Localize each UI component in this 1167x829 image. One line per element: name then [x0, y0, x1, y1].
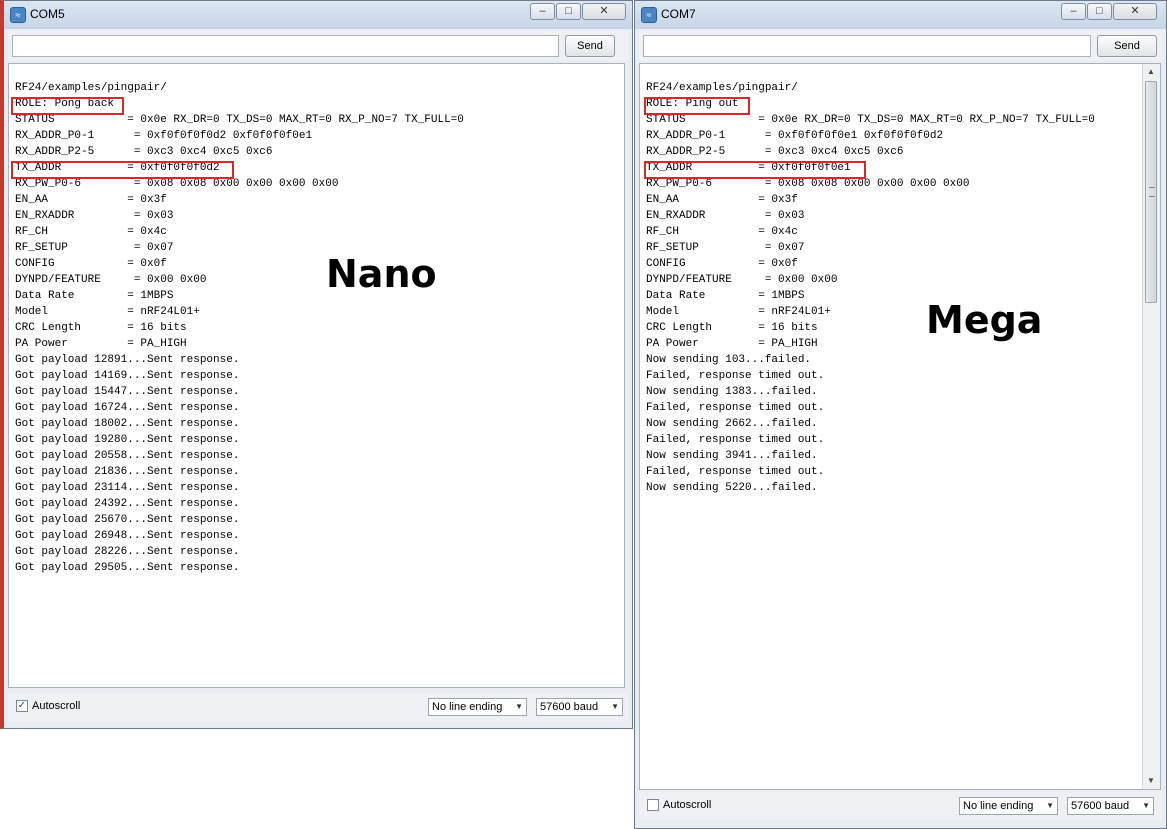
- line-ending-select[interactable]: No line ending ▼: [428, 698, 527, 716]
- serial-output[interactable]: RF24/examples/pingpair/ROLE: Ping out STA…: [639, 63, 1161, 790]
- grip-icon: [1149, 187, 1155, 197]
- output-line: EN_AA = 0x3f: [646, 194, 798, 206]
- output-line: EN_RXADDR = 0x03: [646, 210, 805, 222]
- board-label: Mega: [926, 298, 1043, 342]
- output-line: Got payload 14169...Sent response.: [15, 370, 240, 382]
- title-bar[interactable]: ≈ COM7 – □ ✕: [635, 1, 1166, 29]
- output-line: Got payload 12891...Sent response.: [15, 354, 240, 366]
- scroll-thumb[interactable]: [1145, 81, 1157, 303]
- chevron-down-icon: ▼: [1142, 801, 1150, 810]
- vertical-scrollbar[interactable]: ▲ ▼: [1142, 64, 1160, 789]
- line-ending-value: No line ending: [963, 800, 1034, 812]
- highlight-tx-addr-box: [11, 161, 234, 179]
- send-input[interactable]: [12, 35, 559, 57]
- output-line: Got payload 18002...Sent response.: [15, 418, 240, 430]
- output-line: Now sending 2662...failed.: [646, 418, 818, 430]
- output-line: RF24/examples/pingpair/: [646, 82, 798, 94]
- serial-monitor-icon: ≈: [641, 7, 657, 23]
- output-line: Failed, response timed out.: [646, 370, 825, 382]
- maximize-button[interactable]: □: [1087, 3, 1112, 20]
- output-line: EN_AA = 0x3f: [15, 194, 167, 206]
- autoscroll-label: Autoscroll: [663, 799, 712, 811]
- output-line: Model = nRF24L01+: [15, 306, 200, 318]
- chevron-down-icon: ▼: [611, 702, 619, 711]
- output-line: RX_ADDR_P2-5 = 0xc3 0xc4 0xc5 0xc6: [15, 146, 273, 158]
- output-line: Got payload 19280...Sent response.: [15, 434, 240, 446]
- serial-output[interactable]: RF24/examples/pingpair/ROLE: Pong back ST…: [8, 63, 625, 688]
- send-row: Send: [639, 31, 1162, 61]
- minimize-button[interactable]: –: [1061, 3, 1086, 20]
- send-button[interactable]: Send: [1097, 35, 1157, 57]
- window-title: COM7: [661, 7, 696, 21]
- output-line: RF24/examples/pingpair/: [15, 82, 167, 94]
- autoscroll-label: Autoscroll: [32, 700, 81, 712]
- output-line: RF_CH = 0x4c: [646, 226, 798, 238]
- close-button[interactable]: ✕: [582, 3, 626, 20]
- output-line: Got payload 23114...Sent response.: [15, 482, 240, 494]
- maximize-button[interactable]: □: [556, 3, 581, 20]
- output-line: CONFIG = 0x0f: [646, 258, 798, 270]
- output-line: RX_ADDR_P0-1 = 0xf0f0f0f0d2 0xf0f0f0f0e1: [15, 130, 313, 142]
- baud-value: 57600 baud: [540, 701, 599, 713]
- output-line: Got payload 26948...Sent response.: [15, 530, 240, 542]
- output-line: RF_SETUP = 0x07: [646, 242, 805, 254]
- window-title: COM5: [30, 7, 65, 21]
- output-line: RF_CH = 0x4c: [15, 226, 167, 238]
- highlight-role-box: [11, 97, 124, 115]
- output-line: Got payload 20558...Sent response.: [15, 450, 240, 462]
- output-line: RX_ADDR_P2-5 = 0xc3 0xc4 0xc5 0xc6: [646, 146, 904, 158]
- output-line: Got payload 15447...Sent response.: [15, 386, 240, 398]
- output-line: Now sending 1383...failed.: [646, 386, 818, 398]
- output-line: RX_ADDR_P0-1 = 0xf0f0f0f0e1 0xf0f0f0f0d2: [646, 130, 944, 142]
- highlight-role-box: [644, 97, 750, 115]
- output-line: Got payload 25670...Sent response.: [15, 514, 240, 526]
- output-line: DYNPD/FEATURE = 0x00 0x00: [646, 274, 838, 286]
- scroll-down-icon[interactable]: ▼: [1143, 773, 1159, 789]
- serial-monitor-window-com5: ≈ COM5 – □ ✕ Send RF24/examples/pingpair…: [0, 0, 633, 729]
- line-ending-value: No line ending: [432, 701, 503, 713]
- bottom-bar: ✓ Autoscroll No line ending ▼ 57600 baud…: [8, 693, 628, 721]
- output-line: CRC Length = 16 bits: [15, 322, 187, 334]
- output-line: Got payload 28226...Sent response.: [15, 546, 240, 558]
- output-line: Got payload 16724...Sent response.: [15, 402, 240, 414]
- autoscroll-checkbox[interactable]: [647, 799, 659, 811]
- send-input[interactable]: [643, 35, 1091, 57]
- output-line: Now sending 5220...failed.: [646, 482, 818, 494]
- baud-select[interactable]: 57600 baud ▼: [536, 698, 623, 716]
- serial-monitor-icon: ≈: [10, 7, 26, 23]
- title-bar[interactable]: ≈ COM5 – □ ✕: [4, 1, 632, 29]
- scroll-up-icon[interactable]: ▲: [1143, 64, 1159, 80]
- output-lines: RF24/examples/pingpair/ROLE: Ping out STA…: [646, 80, 1095, 496]
- chevron-down-icon: ▼: [1046, 801, 1054, 810]
- baud-select[interactable]: 57600 baud ▼: [1067, 797, 1154, 815]
- output-line: PA Power = PA_HIGH: [15, 338, 187, 350]
- send-button[interactable]: Send: [565, 35, 615, 57]
- output-line: Failed, response timed out.: [646, 402, 825, 414]
- send-row: Send: [8, 31, 628, 61]
- output-line: Got payload 21836...Sent response.: [15, 466, 240, 478]
- output-line: Failed, response timed out.: [646, 434, 825, 446]
- bottom-bar: Autoscroll No line ending ▼ 57600 baud ▼: [639, 792, 1162, 820]
- output-line: EN_RXADDR = 0x03: [15, 210, 174, 222]
- highlight-tx-addr-box: [644, 161, 866, 179]
- output-line: Now sending 3941...failed.: [646, 450, 818, 462]
- close-button[interactable]: ✕: [1113, 3, 1157, 20]
- serial-monitor-window-com7: ≈ COM7 – □ ✕ Send RF24/examples/pingpair…: [634, 0, 1167, 829]
- chevron-down-icon: ▼: [515, 702, 523, 711]
- output-line: Now sending 103...failed.: [646, 354, 812, 366]
- output-line: Got payload 29505...Sent response.: [15, 562, 240, 574]
- output-line: Got payload 24392...Sent response.: [15, 498, 240, 510]
- output-line: Failed, response timed out.: [646, 466, 825, 478]
- output-lines: RF24/examples/pingpair/ROLE: Pong back ST…: [15, 80, 464, 576]
- line-ending-select[interactable]: No line ending ▼: [959, 797, 1058, 815]
- board-label: Nano: [326, 252, 437, 296]
- baud-value: 57600 baud: [1071, 800, 1130, 812]
- check-icon: ✓: [17, 700, 27, 711]
- autoscroll-checkbox[interactable]: ✓: [16, 700, 28, 712]
- minimize-button[interactable]: –: [530, 3, 555, 20]
